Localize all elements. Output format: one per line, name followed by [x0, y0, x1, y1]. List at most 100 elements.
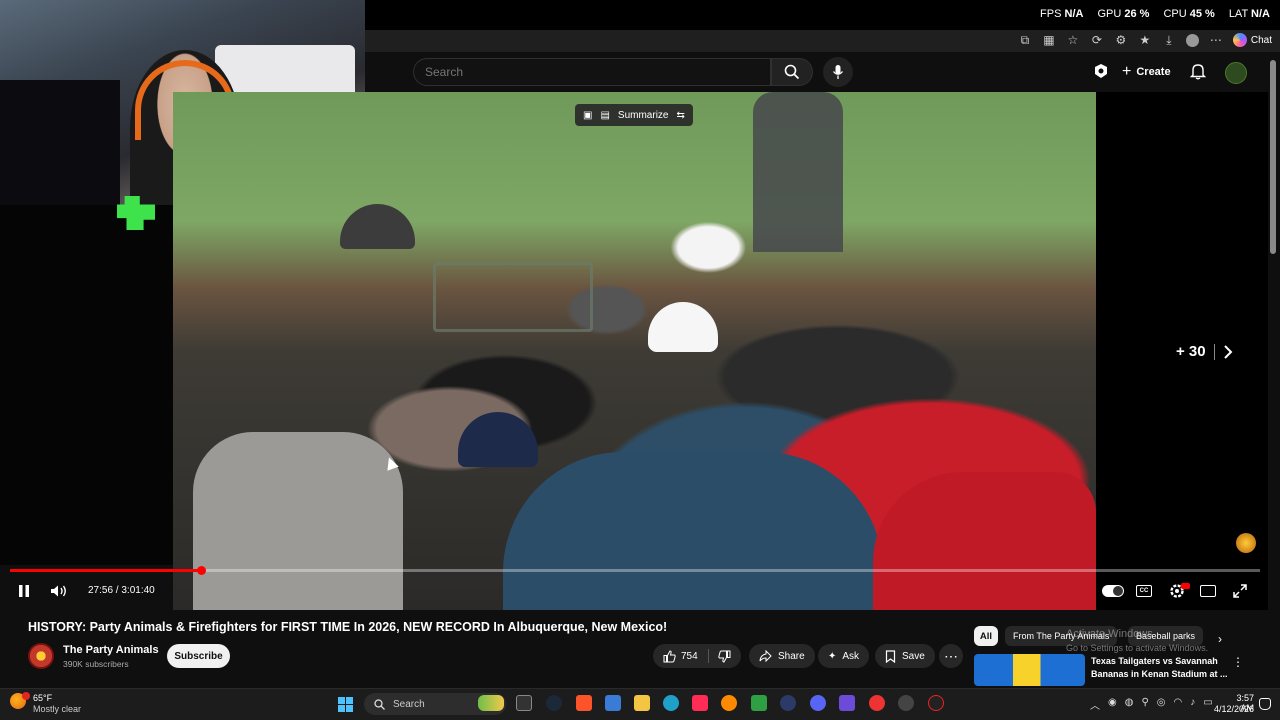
- theater-mode-button[interactable]: [1200, 585, 1216, 597]
- video-title: HISTORY: Party Animals & Firefighters fo…: [28, 620, 668, 634]
- brave-browser-icon[interactable]: [576, 695, 592, 711]
- search-button[interactable]: [771, 58, 813, 86]
- chevron-right-icon: [1223, 344, 1233, 359]
- more-horizontal-icon: ⋯: [944, 647, 958, 664]
- tray-overflow-icon[interactable]: ︿: [1090, 697, 1100, 712]
- skip-forward-button[interactable]: + 30: [1176, 343, 1233, 360]
- microphone-icon: [832, 65, 844, 79]
- channel-avatar[interactable]: [28, 643, 54, 669]
- recommended-more-icon[interactable]: ⋮: [1232, 655, 1244, 669]
- channel-watermark-icon[interactable]: [1236, 533, 1256, 553]
- settings-app-icon[interactable]: [898, 695, 914, 711]
- windows-logo-tile: [338, 705, 345, 712]
- recommended-thumbnail[interactable]: [974, 654, 1085, 686]
- current-time: 27:56: [88, 585, 114, 596]
- steam-icon[interactable]: [546, 695, 562, 711]
- account-avatar[interactable]: [1225, 62, 1247, 84]
- subscribe-button[interactable]: Subscribe: [167, 644, 230, 668]
- channel-name[interactable]: The Party Animals: [63, 644, 159, 656]
- file-explorer-icon[interactable]: [634, 695, 650, 711]
- notification-bell-icon[interactable]: [1259, 698, 1271, 710]
- plus-icon: +: [1122, 63, 1132, 80]
- task-view-icon[interactable]: [516, 695, 532, 711]
- thumbs-up-icon: [663, 649, 676, 662]
- more-menu-icon[interactable]: ⋯: [1209, 33, 1223, 47]
- favorites-icon[interactable]: ★: [1138, 33, 1152, 47]
- search-input[interactable]: [414, 59, 770, 85]
- extension-logo-icon[interactable]: [1093, 63, 1109, 79]
- create-button[interactable]: + Create: [1122, 61, 1171, 83]
- webcam-dark-area: [0, 80, 120, 205]
- extension-icon[interactable]: ⟳: [1090, 33, 1104, 47]
- translate-icon[interactable]: ⇆: [676, 110, 684, 121]
- performance-stats: FPS N/A GPU 26 % CPU 45 % LAT N/A: [1040, 8, 1270, 20]
- collections-icon[interactable]: ⚙: [1114, 33, 1128, 47]
- dislike-button[interactable]: [718, 650, 731, 663]
- app-grid-icon[interactable]: [839, 695, 855, 711]
- share-button[interactable]: Share: [749, 644, 815, 668]
- favorite-star-icon[interactable]: ☆: [1066, 33, 1080, 47]
- clock-date[interactable]: 4/12/2026: [1212, 704, 1254, 714]
- tiktok-icon[interactable]: [692, 695, 708, 711]
- weather-temperature[interactable]: 65°F: [33, 693, 52, 703]
- left-letterbox: [0, 205, 173, 565]
- volume-button[interactable]: [48, 582, 70, 600]
- summarize-icon: ▤: [600, 109, 610, 121]
- pause-button[interactable]: [14, 582, 34, 600]
- save-label: Save: [902, 650, 925, 662]
- captions-button[interactable]: CC: [1136, 585, 1152, 597]
- like-button[interactable]: 754: [663, 649, 698, 663]
- capture-app-icon[interactable]: [928, 695, 944, 711]
- record-app-icon[interactable]: [869, 695, 885, 711]
- edge-browser-icon[interactable]: [663, 695, 679, 711]
- chat-button[interactable]: Chat: [1232, 33, 1272, 47]
- weather-description[interactable]: Mostly clear: [33, 704, 81, 714]
- video-red-shirt: [873, 472, 1096, 610]
- ask-button[interactable]: ✦ Ask: [818, 644, 870, 668]
- autoplay-toggle[interactable]: [1102, 585, 1124, 597]
- obs-icon[interactable]: [780, 695, 796, 711]
- download-icon[interactable]: ⤓: [1162, 33, 1176, 47]
- video-frame[interactable]: [173, 92, 1096, 610]
- start-button[interactable]: [338, 697, 353, 712]
- save-button[interactable]: Save: [875, 644, 935, 668]
- fullscreen-icon[interactable]: [1232, 583, 1248, 599]
- tray-steam-icon[interactable]: ◉: [1108, 697, 1117, 712]
- tray-discord-icon[interactable]: ◎: [1157, 697, 1166, 712]
- windows-logo-tile: [346, 697, 353, 704]
- tray-network-icon[interactable]: ◍: [1125, 697, 1134, 712]
- thumbs-down-icon: [718, 650, 731, 663]
- search-icon: [374, 698, 385, 710]
- voice-search-button[interactable]: [823, 57, 853, 87]
- page-scrollbar-thumb[interactable]: [1270, 60, 1276, 254]
- tray-wifi-icon[interactable]: ◠: [1174, 697, 1183, 712]
- tray-volume-icon[interactable]: ♪: [1190, 697, 1195, 712]
- search-box[interactable]: [413, 58, 771, 86]
- nvidia-icon[interactable]: [751, 695, 767, 711]
- video-person-background: [753, 92, 843, 252]
- more-actions-button[interactable]: ⋯: [939, 644, 963, 668]
- recommended-title[interactable]: Texas Tailgaters vs Savannah Bananas in …: [1091, 655, 1231, 681]
- watermark-title: Activate Windows: [1066, 628, 1153, 640]
- weather-alert-badge: [22, 692, 30, 700]
- pause-icon: [19, 585, 29, 597]
- tab-grid-icon[interactable]: ▦: [1042, 33, 1056, 47]
- notifications-bell-icon[interactable]: [1189, 62, 1207, 80]
- screenshot-icon[interactable]: ▣: [583, 110, 592, 121]
- system-tray: ︿ ◉ ◍ ⚲ ◎ ◠ ♪ ▭: [1090, 697, 1213, 712]
- progress-played: [10, 569, 202, 572]
- translate-icon[interactable]: ⧉: [1018, 33, 1032, 47]
- summarize-button[interactable]: ▣ ▤ Summarize ⇆: [575, 104, 693, 126]
- chip-all[interactable]: All: [974, 626, 998, 646]
- notepad-icon[interactable]: [605, 695, 621, 711]
- firefox-icon[interactable]: [721, 695, 737, 711]
- create-label: Create: [1136, 66, 1171, 78]
- bookmark-icon: [885, 649, 896, 663]
- ask-label: Ask: [842, 650, 860, 662]
- search-highlight-icon[interactable]: [478, 695, 504, 711]
- profile-icon[interactable]: [1185, 33, 1199, 47]
- discord-icon[interactable]: [810, 695, 826, 711]
- tray-mic-icon[interactable]: ⚲: [1141, 697, 1148, 712]
- chips-next-chevron-icon[interactable]: ›: [1218, 632, 1222, 646]
- gpu-stat: GPU 26 %: [1097, 8, 1150, 20]
